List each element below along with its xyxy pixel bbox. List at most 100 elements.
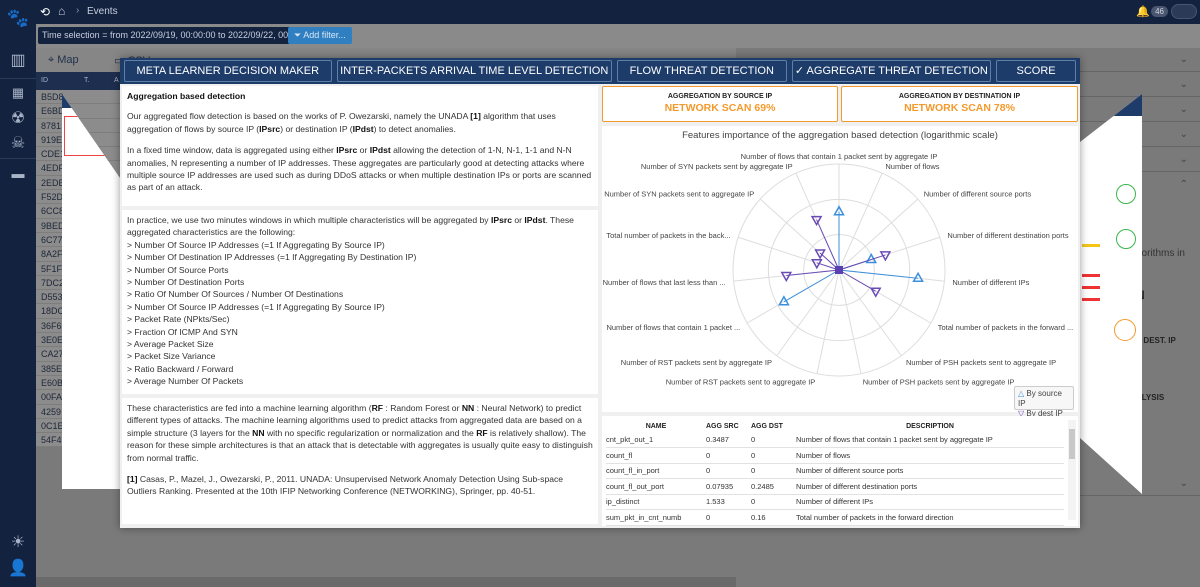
characteristic-item: > Number Of Source IP Addresses (=1 If A… (127, 239, 385, 250)
radar-axis-label: Number of PSH packets sent by aggregate … (863, 378, 1015, 387)
characteristic-item: > Average Packet Size (127, 339, 214, 350)
table-row[interactable]: count_fl 0 0 Number of flows (606, 447, 1064, 464)
column-header-description[interactable]: DESCRIPTION (796, 420, 1064, 432)
radar-axis-label: Number of different source ports (924, 190, 1032, 199)
radar-axis-label: Number of different destination ports (947, 231, 1068, 240)
characteristic-item: > Number Of Destination Ports (127, 277, 245, 288)
accordion-item[interactable]: ⌄ (1080, 48, 1200, 72)
characteristic-item: > Number Of Source Ports (127, 264, 229, 275)
characteristic-item: > Packet Size Variance (127, 351, 216, 362)
user-icon[interactable]: 👤 (0, 558, 36, 578)
calendar-icon[interactable]: ▦ (0, 85, 36, 101)
table-row[interactable]: count_fl_out_port 0.07935 0.2485 Number of … (606, 478, 1064, 495)
home-icon[interactable]: ⌂ (58, 4, 65, 18)
preview-bar (1082, 298, 1100, 301)
next-card-preview[interactable] (1080, 94, 1142, 494)
scrollbar-thumb[interactable] (1069, 429, 1075, 459)
characteristic-item: > Average Number Of Packets (127, 376, 244, 387)
dest-ip-marker (869, 287, 882, 298)
cell-agg-src: 0.07935 (706, 478, 751, 495)
top-bar: ⟲ ⌂ › Events 🔔 46 (36, 0, 1200, 24)
table-scrollbar[interactable] (1068, 420, 1076, 520)
radiation-icon[interactable]: ☢ (0, 108, 36, 128)
cell-name: cnt_pkt_out_1 (606, 432, 706, 448)
column-header-name[interactable]: NAME (606, 420, 706, 432)
time-selection-chip[interactable]: Time selection = from 2022/09/19, 00:00:… (38, 27, 318, 44)
tab-flow-threat[interactable]: FLOW THREAT DETECTION (616, 60, 787, 82)
table-row[interactable]: sum_pkt_in_cnt_numb 0 0.16 Total number of … (606, 509, 1064, 526)
tab-score[interactable]: SCORE (996, 60, 1076, 82)
score-card-source-ip: AGGREGATION BY SOURCE IP NETWORK SCAN 69… (602, 86, 838, 122)
ml-paragraph: These characteristics are fed into a mac… (127, 403, 593, 463)
app-sidebar: 🐾 ▥ ▦ ☢ ☠ ▬ ☀ 👤 (0, 0, 36, 587)
breadcrumb-separator-icon: › (76, 5, 80, 16)
characteristic-item: > Packet Rate (NPkts/Sec) (127, 314, 230, 325)
cell-agg-src: 0 (706, 447, 751, 464)
column-header-a[interactable]: A (114, 77, 119, 84)
intro-paragraph: Our aggregated flow detection is based o… (127, 111, 556, 134)
accordion-item[interactable]: ⌄ (1080, 73, 1200, 97)
column-header-agg-dst[interactable]: AGG DST (751, 420, 796, 432)
skull-icon[interactable]: ☠ (0, 133, 36, 153)
cell-agg-src: 0.3487 (706, 432, 751, 448)
column-header-type[interactable]: T. (84, 77, 89, 84)
source-ip-marker (778, 295, 790, 306)
bell-icon[interactable]: 🔔 (1136, 5, 1150, 18)
cell-name: sum_pkt_in_cnt_numb (606, 509, 706, 526)
characteristic-item: > Fraction Of ICMP And SYN (127, 326, 238, 337)
intro-section: Aggregation based detection Our aggregat… (122, 86, 598, 206)
table-row[interactable]: cnt_pkt_out_1 0.3487 0 Number of flows that… (606, 432, 1064, 448)
preview-bar (1082, 286, 1100, 289)
playback-toggle[interactable] (1171, 4, 1197, 19)
chevron-down-icon: ⌄ (1179, 104, 1188, 115)
window-paragraph: In a fixed time window, data is aggregat… (127, 145, 592, 193)
dashboard-icon[interactable]: ▥ (0, 50, 36, 70)
horizontal-scrollbar[interactable] (36, 577, 736, 587)
filter-bar: Time selection = from 2022/09/19, 00:00:… (36, 24, 1200, 48)
reference: [1] Casas, P., Mazel, J., Owezarski, P.,… (127, 474, 564, 497)
tab-aggregate-threat[interactable]: ✓ AGGREGATE THREAT DETECTION (791, 60, 992, 82)
characteristic-item: > Number Of Destination IP Addresses (=1… (127, 252, 417, 263)
characteristics-section: In practice, we use two minutes windows … (122, 210, 598, 394)
characteristics-intro: In practice, we use two minutes windows … (127, 215, 574, 238)
breadcrumb[interactable]: Events (87, 6, 118, 17)
score-value: NETWORK SCAN 78% (904, 102, 1015, 114)
dest-ip-marker (814, 249, 826, 260)
table-header-row: NAME AGG SRC AGG DST DESCRIPTION (606, 420, 1064, 432)
map-button[interactable]: ⌖ Map (48, 54, 79, 67)
cell-agg-src: 0 (706, 509, 751, 526)
column-header-id[interactable]: ID (41, 77, 48, 84)
radar-axis-label: Number of different IPs (952, 278, 1029, 287)
add-filter-button[interactable]: ⏷ Add filter... (288, 27, 352, 44)
table-row[interactable]: count_fl_in_port 0 0 Number of different so… (606, 463, 1064, 479)
preview-bar (1082, 274, 1100, 277)
tab-inter-packets[interactable]: INTER-PACKETS ARRIVAL TIME LEVEL DETECTI… (336, 60, 612, 82)
cell-description: Number of flows (796, 447, 1064, 464)
cell-agg-src: 0 (706, 463, 751, 479)
source-ip-marker (912, 271, 924, 283)
cell-agg-dst: 0 (751, 494, 796, 510)
theme-sun-icon[interactable]: ☀ (0, 532, 36, 552)
tab-meta-learner[interactable]: META LEARNER DECISION MAKER (124, 60, 332, 82)
table-row[interactable]: ip_distinct 1.533 0 Number of different IPs (606, 494, 1064, 510)
cell-name: count_fl_out_port (606, 478, 706, 495)
radar-axis-label: Number of RST packets sent by aggregate … (621, 358, 772, 367)
cell-agg-dst: 0 (751, 447, 796, 464)
legend-item-source[interactable]: △ By source IP (1018, 389, 1070, 409)
radar-axis-label: Number of SYN packets sent by aggregate … (641, 162, 793, 171)
radar-axis-label: Total number of packets in the forward .… (938, 323, 1073, 332)
triangle-up-icon: △ (1018, 389, 1025, 398)
chart-legend[interactable]: △ By source IP ▽ By dest IP (1014, 386, 1074, 418)
cell-agg-dst: 0.2485 (751, 478, 796, 495)
characteristic-item: > Ratio Backward / Forward (127, 363, 234, 374)
column-header-agg-src[interactable]: AGG SRC (706, 420, 751, 432)
cell-name: count_fl (606, 447, 706, 464)
history-icon[interactable]: ⟲ (40, 5, 50, 19)
radar-axis-label: Number of flows (885, 162, 939, 171)
add-filter-label: Add filter... (303, 30, 346, 40)
chevron-down-icon: ⌄ (1179, 79, 1188, 90)
sidebar-divider (0, 78, 36, 79)
devices-icon[interactable]: ▬ (0, 166, 36, 181)
radar-axis-label: Number of PSH packets sent to aggregate … (906, 358, 1056, 367)
cell-agg-dst: 0 (751, 432, 796, 448)
